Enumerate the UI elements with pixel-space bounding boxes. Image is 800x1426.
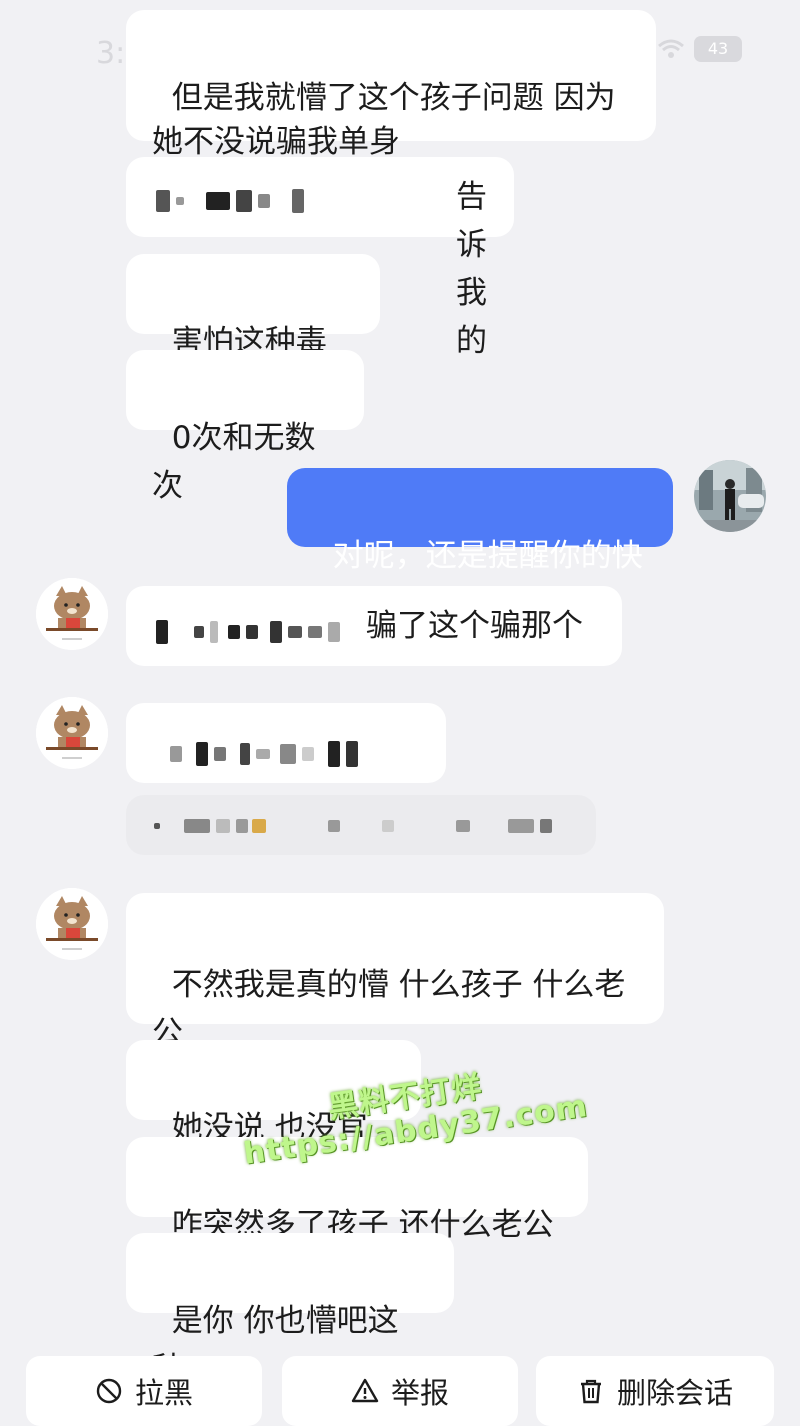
report-label: 举报 bbox=[390, 1376, 449, 1410]
contact-avatar[interactable] bbox=[36, 578, 108, 650]
message-bubble[interactable]: 但是我就懵了这个孩子问题 因为 她不没说骗我单身 bbox=[126, 10, 656, 160]
message-text: 不然我是真的懵 什么孩子 什么老 公 bbox=[152, 967, 626, 1051]
contact-avatar[interactable] bbox=[36, 888, 108, 960]
block-button[interactable]: 拉黑 bbox=[26, 1356, 262, 1426]
message-bubble[interactable]: 不然我是真的懵 什么孩子 什么老 公 bbox=[126, 893, 664, 1051]
status-icons: 43 bbox=[658, 36, 742, 62]
message-text: 告诉我的 bbox=[456, 179, 487, 359]
battery-indicator: 43 bbox=[694, 36, 742, 62]
message-bubble[interactable]: 0次和无数次 bbox=[126, 350, 364, 504]
my-message-bubble[interactable]: 对呢，还是提醒你的快 bbox=[287, 468, 673, 574]
photo-avatar-icon bbox=[694, 460, 766, 532]
message-text: 对呢，还是提醒你的快 bbox=[332, 538, 643, 574]
contact-avatar[interactable] bbox=[36, 697, 108, 769]
message-text: 但是我就懵了这个孩子问题 因为 她不没说骗我单身 bbox=[152, 80, 616, 160]
trash-icon bbox=[580, 1379, 601, 1404]
warning-icon bbox=[351, 1378, 379, 1403]
mosaic-redaction bbox=[154, 819, 558, 833]
message-bubble[interactable]: 害怕这种毒妇 bbox=[126, 254, 380, 408]
message-bubble[interactable]: 告诉我的 bbox=[126, 157, 514, 359]
mosaic-redaction bbox=[156, 189, 330, 213]
report-button[interactable]: 举报 bbox=[282, 1356, 518, 1426]
message-text: 骗了这个骗那个 bbox=[366, 608, 583, 644]
user-avatar[interactable] bbox=[694, 460, 766, 532]
redacted-link-preview[interactable] bbox=[126, 795, 596, 855]
cat-avatar-icon bbox=[36, 697, 108, 769]
delete-label: 删除会话 bbox=[616, 1376, 733, 1410]
message-bubble[interactable]: 骗了这个骗那个 bbox=[126, 586, 622, 666]
message-bubble[interactable]: 是你 你也懵吧这种 bbox=[126, 1233, 454, 1387]
redacted-message-bubble[interactable] bbox=[126, 703, 446, 783]
status-time: 3: bbox=[96, 36, 126, 71]
block-icon bbox=[96, 1378, 122, 1404]
block-label: 拉黑 bbox=[134, 1376, 193, 1410]
mosaic-redaction bbox=[170, 741, 364, 767]
cat-avatar-icon bbox=[36, 888, 108, 960]
delete-conversation-button[interactable]: 删除会话 bbox=[536, 1356, 774, 1426]
mosaic-redaction bbox=[156, 620, 346, 644]
cat-avatar-icon bbox=[36, 578, 108, 650]
bottom-action-bar: 拉黑 举报 删除会话 bbox=[0, 1356, 800, 1426]
wifi-icon bbox=[658, 39, 684, 58]
